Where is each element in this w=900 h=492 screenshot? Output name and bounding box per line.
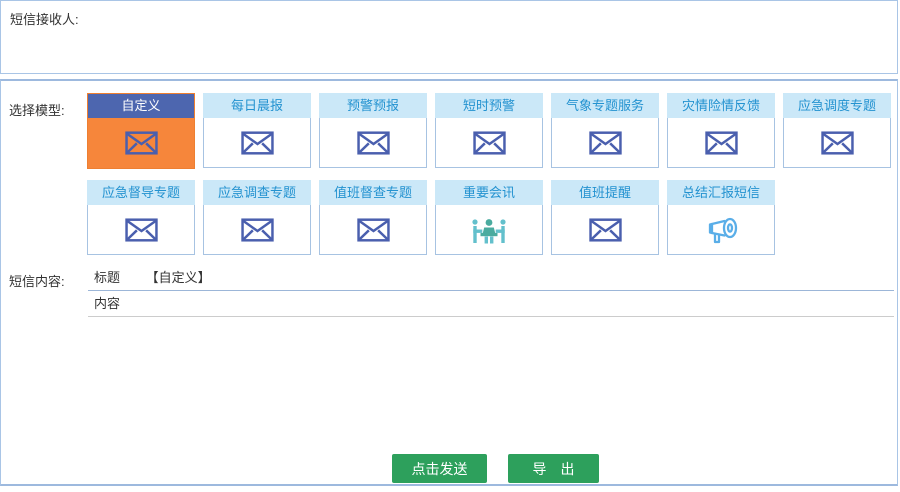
envelope-icon [241,218,274,242]
export-button[interactable]: 导 出 [508,454,599,483]
template-tile-duty-reminder[interactable]: 值班提醒 [551,180,659,255]
template-tile-label: 应急督导专题 [87,180,195,205]
template-tile-label: 值班提醒 [551,180,659,205]
template-tile-summary-report-sms[interactable]: 总结汇报短信 [667,180,775,255]
envelope-icon [705,131,738,155]
sms-send-page: 短信接收人: 选择模型: 自定义 每日晨报 预警预报 短时预警 [0,0,900,492]
envelope-icon [125,218,158,242]
megaphone-icon [705,216,738,244]
main-panel: 选择模型: 自定义 每日晨报 预警预报 短时预警 气象专题服务 [0,79,898,486]
template-tile-short-term-warning[interactable]: 短时预警 [435,93,543,169]
envelope-icon [589,131,622,155]
template-tile-label: 应急调查专题 [203,180,311,205]
envelope-icon [125,131,158,155]
template-tile-label: 预警预报 [319,93,427,118]
template-tile-label: 重要会讯 [435,180,543,205]
template-tile-label: 值班督查专题 [319,180,427,205]
template-tile-daily-morning-report[interactable]: 每日晨报 [203,93,311,169]
title-value: 【自定义】 [146,270,211,285]
envelope-icon [589,218,622,242]
template-tile-warning-forecast[interactable]: 预警预报 [319,93,427,169]
template-tile-label: 每日晨报 [203,93,311,118]
envelope-icon [357,131,390,155]
template-tile-emergency-supervision[interactable]: 应急督导专题 [87,180,195,255]
envelope-icon [821,131,854,155]
template-tile-label: 自定义 [88,94,194,118]
template-tile-important-meeting[interactable]: 重要会讯 [435,180,543,255]
recipients-input[interactable] [91,7,891,69]
template-tile-emergency-dispatch[interactable]: 应急调度专题 [783,93,891,169]
template-tile-custom[interactable]: 自定义 [87,93,195,169]
template-tile-label: 气象专题服务 [551,93,659,118]
template-tile-label: 总结汇报短信 [667,180,775,205]
sms-title-field[interactable]: 标题 【自定义】 [88,265,894,291]
sms-body-field[interactable]: 内容 [88,291,894,317]
body-label: 内容 [94,296,120,311]
sms-content-label: 短信内容: [9,271,65,290]
model-selector-label: 选择模型: [9,100,65,119]
template-tile-label: 应急调度专题 [783,93,891,118]
envelope-icon [473,131,506,155]
template-tile-weather-special-service[interactable]: 气象专题服务 [551,93,659,169]
recipients-label: 短信接收人: [10,9,79,28]
template-tile-disaster-feedback[interactable]: 灾情险情反馈 [667,93,775,169]
template-grid: 自定义 每日晨报 预警预报 短时预警 气象专题服务 灾情险情反馈 [87,93,899,255]
template-tile-emergency-investigation[interactable]: 应急调查专题 [203,180,311,255]
meeting-icon [471,215,507,244]
template-tile-label: 短时预警 [435,93,543,118]
template-tile-label: 灾情险情反馈 [667,93,775,118]
send-button[interactable]: 点击发送 [392,454,487,483]
envelope-icon [357,218,390,242]
envelope-icon [241,131,274,155]
title-label: 标题 [94,270,120,285]
recipients-section: 短信接收人: [0,0,898,74]
template-tile-duty-inspection[interactable]: 值班督查专题 [319,180,427,255]
